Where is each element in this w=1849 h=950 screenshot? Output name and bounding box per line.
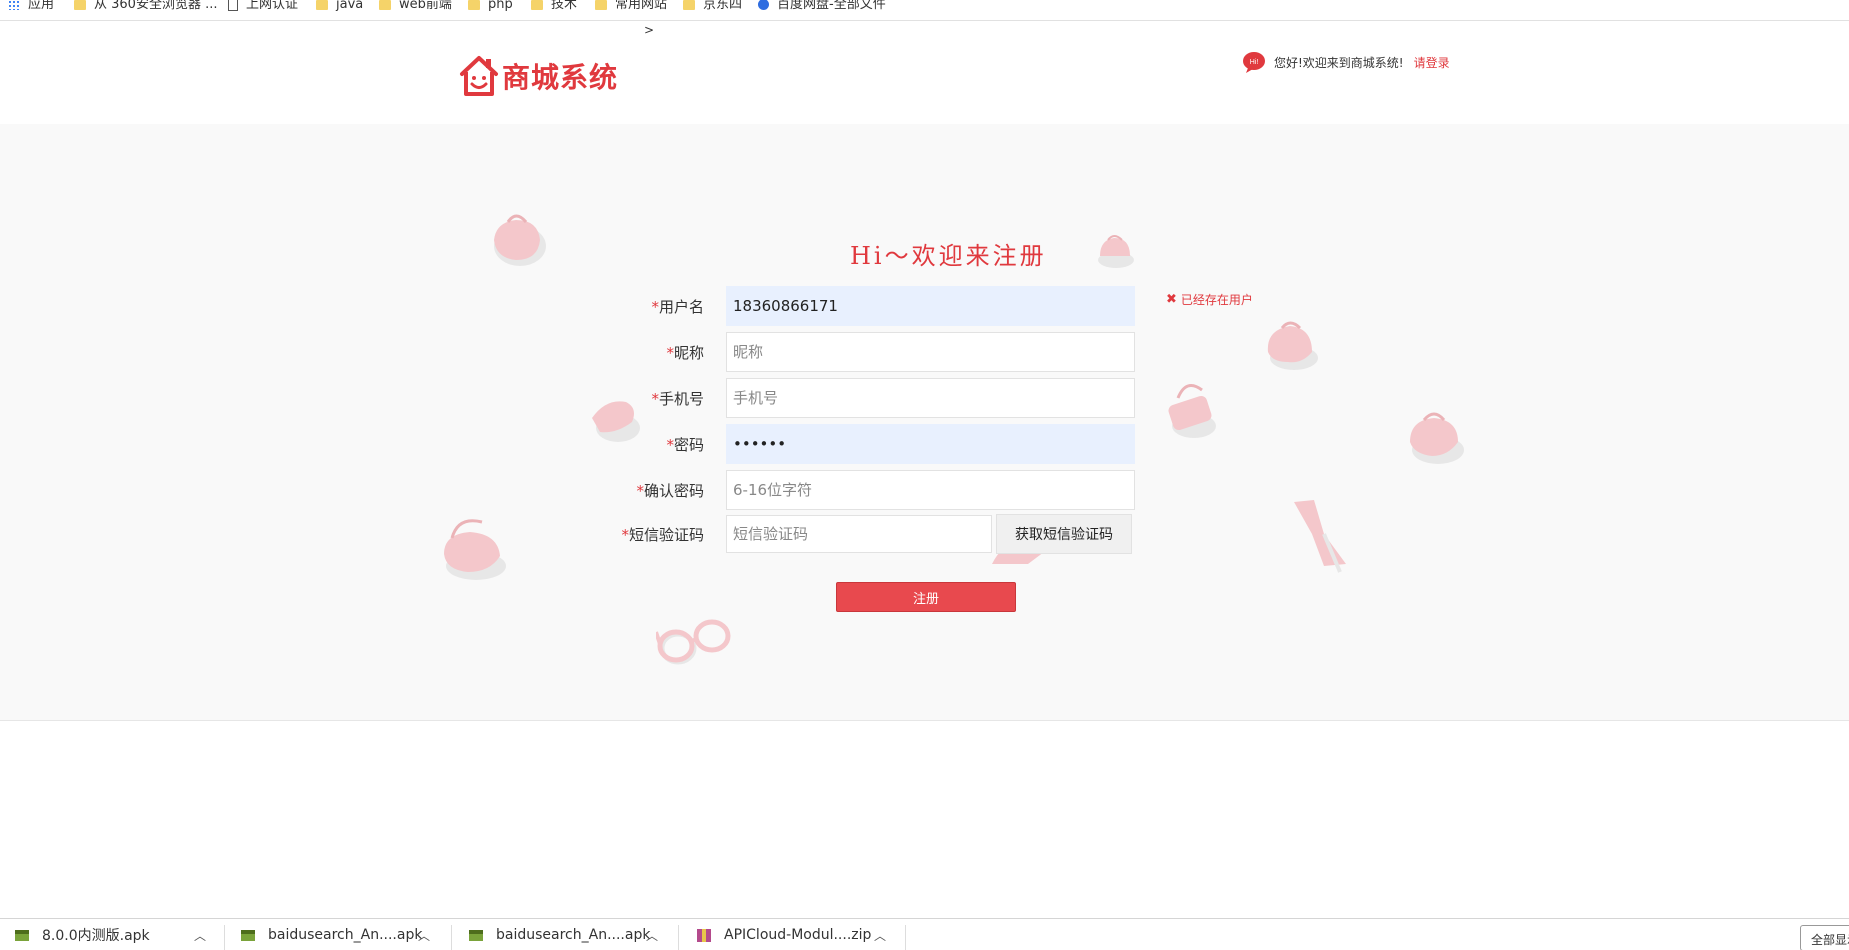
- bookmarks-bar: 应用 从 360安全浏览器 ... 上网认证 java web前端 php 技术…: [0, 0, 1849, 21]
- chat-bubble-icon: Hi!: [1243, 52, 1265, 73]
- divider: [678, 925, 679, 950]
- bookmark-baidu-pan[interactable]: 百度网盘-全部文件: [758, 0, 886, 15]
- chevron-up-icon[interactable]: ︿: [194, 927, 206, 944]
- required-mark: *: [651, 297, 659, 316]
- chevron-up-icon[interactable]: ︿: [874, 927, 886, 944]
- bookmark-sites[interactable]: 常用网站: [595, 0, 667, 15]
- sms-code-input[interactable]: [726, 515, 992, 553]
- sms-label: *短信验证码: [621, 525, 704, 544]
- purse-icon: [1267, 321, 1318, 370]
- password-row: *密码: [560, 424, 1135, 464]
- phone-input[interactable]: [726, 378, 1135, 418]
- bookmark-web[interactable]: web前端: [379, 0, 452, 15]
- download-item[interactable]: baidusearch_An....apk ︿: [240, 919, 430, 950]
- bookmark-360[interactable]: 从 360安全浏览器 ...: [74, 0, 217, 15]
- welcome-area: Hi! 您好!欢迎来到商城系统! 请登录: [1242, 51, 1450, 73]
- folder-icon: [683, 0, 695, 10]
- folder-icon: [74, 0, 86, 10]
- apps-icon: [8, 0, 20, 10]
- nickname-label: *昵称: [666, 343, 704, 362]
- get-sms-code-button[interactable]: 获取短信验证码: [996, 514, 1132, 554]
- confirm-password-label: *确认密码: [636, 481, 704, 500]
- folder-icon: [595, 0, 607, 10]
- show-all-downloads-button[interactable]: 全部显示: [1800, 925, 1849, 950]
- handbag-icon: [494, 214, 546, 266]
- apk-icon: [469, 929, 483, 941]
- register-button[interactable]: 注册: [836, 582, 1016, 612]
- username-label: *用户名: [651, 297, 704, 316]
- zip-icon: [697, 928, 711, 942]
- nickname-input[interactable]: [726, 332, 1135, 372]
- password-input[interactable]: [726, 424, 1135, 464]
- apk-icon: [15, 929, 29, 941]
- bookmark-php[interactable]: php: [468, 0, 513, 15]
- baidu-icon: [758, 0, 769, 10]
- nickname-row: *昵称: [560, 332, 1135, 372]
- welcome-text: 您好!欢迎来到商城系统!: [1274, 55, 1404, 70]
- close-icon: ✖: [1166, 292, 1177, 307]
- chevron-up-icon[interactable]: ︿: [418, 927, 430, 944]
- confirm-password-row: *确认密码: [560, 470, 1135, 510]
- site-logo[interactable]: 商城系统: [458, 51, 618, 101]
- sms-row: *短信验证码 获取短信验证码: [560, 514, 1132, 554]
- password-label: *密码: [666, 435, 704, 454]
- required-mark: *: [621, 525, 629, 544]
- folder-icon: [531, 0, 543, 10]
- apk-icon: [241, 929, 255, 941]
- username-input[interactable]: [726, 286, 1135, 326]
- required-mark: *: [666, 343, 674, 362]
- house-smile-icon: [460, 56, 498, 96]
- site-header: > 商城系统 Hi! 您好!欢迎来到商城系统! 请登录: [0, 21, 1849, 125]
- glasses-icon: [656, 619, 731, 665]
- bubble-text: Hi!: [1250, 59, 1259, 66]
- bookmark-java[interactable]: java: [316, 0, 363, 15]
- required-mark: *: [651, 389, 659, 408]
- handbag-icon: [444, 519, 506, 580]
- folder-icon: [316, 0, 328, 10]
- download-item[interactable]: 8.0.0内测版.apk ︿: [14, 919, 206, 950]
- phone-label: *手机号: [651, 389, 704, 408]
- divider: [905, 925, 906, 950]
- logo-text: 商城系统: [502, 61, 619, 94]
- handbag-icon: [1410, 412, 1464, 464]
- form-title: Hi～欢迎来注册: [850, 242, 1047, 270]
- register-section: Hi～欢迎来注册 *用户名 ✖ 已经存在用户 *昵称 *手机号 *密码 *确认密…: [0, 124, 1849, 721]
- download-item[interactable]: APICloud-Modul....zip ︿: [696, 919, 886, 950]
- folder-icon: [379, 0, 391, 10]
- breadcrumb: >: [644, 23, 655, 37]
- login-link[interactable]: 请登录: [1414, 54, 1450, 71]
- bookmark-auth[interactable]: 上网认证: [228, 0, 298, 15]
- download-item[interactable]: baidusearch_An....apk ︿: [468, 919, 658, 950]
- confirm-password-input[interactable]: [726, 470, 1135, 510]
- divider: [451, 925, 452, 950]
- username-error: ✖ 已经存在用户: [1166, 292, 1253, 307]
- chevron-up-icon[interactable]: ︿: [646, 927, 658, 944]
- downloads-bar: 8.0.0内测版.apk ︿ baidusearch_An....apk ︿ b…: [0, 918, 1849, 950]
- required-mark: *: [636, 481, 644, 500]
- phone-row: *手机号: [560, 378, 1135, 418]
- bookmark-apps[interactable]: 应用: [8, 0, 54, 15]
- bookmark-jd[interactable]: 京东四: [683, 0, 742, 15]
- high-heel-icon: [1294, 500, 1346, 573]
- purse-icon: [1098, 235, 1134, 268]
- divider: [224, 925, 225, 950]
- shoulder-bag-icon: [1168, 384, 1216, 438]
- required-mark: *: [666, 435, 674, 454]
- page-icon: [228, 0, 238, 11]
- username-row: *用户名: [560, 286, 1135, 326]
- folder-icon: [468, 0, 480, 10]
- bookmark-tech[interactable]: 技术: [531, 0, 577, 15]
